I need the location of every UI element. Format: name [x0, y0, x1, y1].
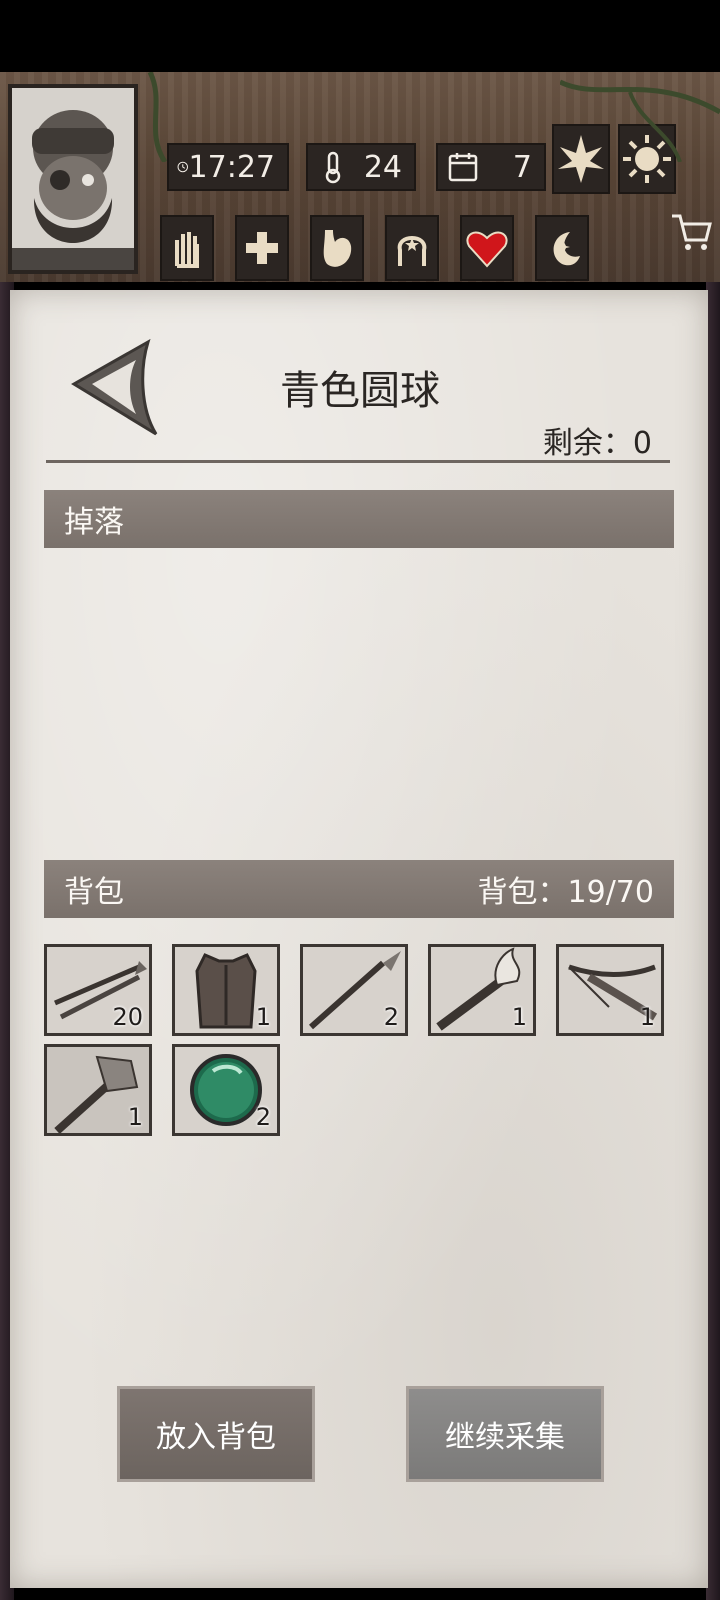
clock-display: 17:27 [167, 143, 289, 191]
remaining-count: 剩余：0 [542, 426, 652, 461]
inventory-slot-spear[interactable]: 2 [300, 944, 408, 1036]
item-count: 1 [639, 1003, 655, 1031]
health-status[interactable] [235, 215, 289, 281]
heart-icon [466, 231, 508, 268]
mental-status[interactable] [385, 215, 439, 281]
day-display: 7 [436, 143, 546, 191]
time-value: 17:27 [188, 149, 275, 185]
title-divider [46, 460, 670, 463]
inventory-slot-green-orb[interactable]: 2 [172, 1044, 280, 1136]
continue-gather-button[interactable]: 继续采集 [406, 1386, 604, 1482]
plus-icon [246, 232, 278, 264]
drop-label: 掉落 [64, 505, 124, 540]
bag-section-header: 背包 背包：19/70 [44, 860, 674, 918]
item-title: 青色圆球 [280, 368, 440, 414]
right-frame [706, 282, 720, 1600]
injury-status[interactable] [160, 215, 214, 281]
sleep-status[interactable] [535, 215, 589, 281]
item-count: 1 [255, 1003, 271, 1031]
item-count: 20 [112, 1003, 143, 1031]
drop-section-header: 掉落 [44, 490, 674, 548]
inventory-slot-vest[interactable]: 1 [172, 944, 280, 1036]
hunger-status[interactable] [310, 215, 364, 281]
heart-status[interactable] [460, 215, 514, 281]
calendar-icon [448, 153, 478, 182]
inventory-slot-crossbow[interactable]: 1 [556, 944, 664, 1036]
item-count: 1 [511, 1003, 527, 1031]
inventory-slot-hammer[interactable]: 1 [44, 1044, 152, 1136]
back-arrow-icon[interactable] [70, 338, 160, 438]
inventory-slot-arrows[interactable]: 20 [44, 944, 152, 1036]
vine-decoration-right [560, 79, 720, 162]
temperature-display: 24 [306, 143, 416, 191]
status-icons-row [160, 215, 589, 281]
item-count: 2 [255, 1103, 271, 1131]
shop-cart-icon[interactable] [670, 210, 714, 254]
moon-icon [553, 232, 580, 266]
vine-decoration [147, 72, 168, 162]
thermometer-icon [325, 151, 341, 184]
head-icon [397, 236, 427, 266]
item-count: 2 [383, 1003, 399, 1031]
put-in-bag-button[interactable]: 放入背包 [117, 1386, 315, 1482]
bag-capacity: 背包：19/70 [477, 875, 654, 910]
inventory-slot-torch[interactable]: 1 [428, 944, 536, 1036]
hand-bandage-icon [175, 232, 199, 268]
stomach-icon [323, 230, 352, 267]
character-portrait[interactable] [8, 84, 138, 274]
day-value: 7 [512, 149, 532, 185]
item-count: 1 [127, 1103, 143, 1131]
temperature-value: 24 [363, 149, 402, 185]
bag-label: 背包 [64, 875, 124, 910]
